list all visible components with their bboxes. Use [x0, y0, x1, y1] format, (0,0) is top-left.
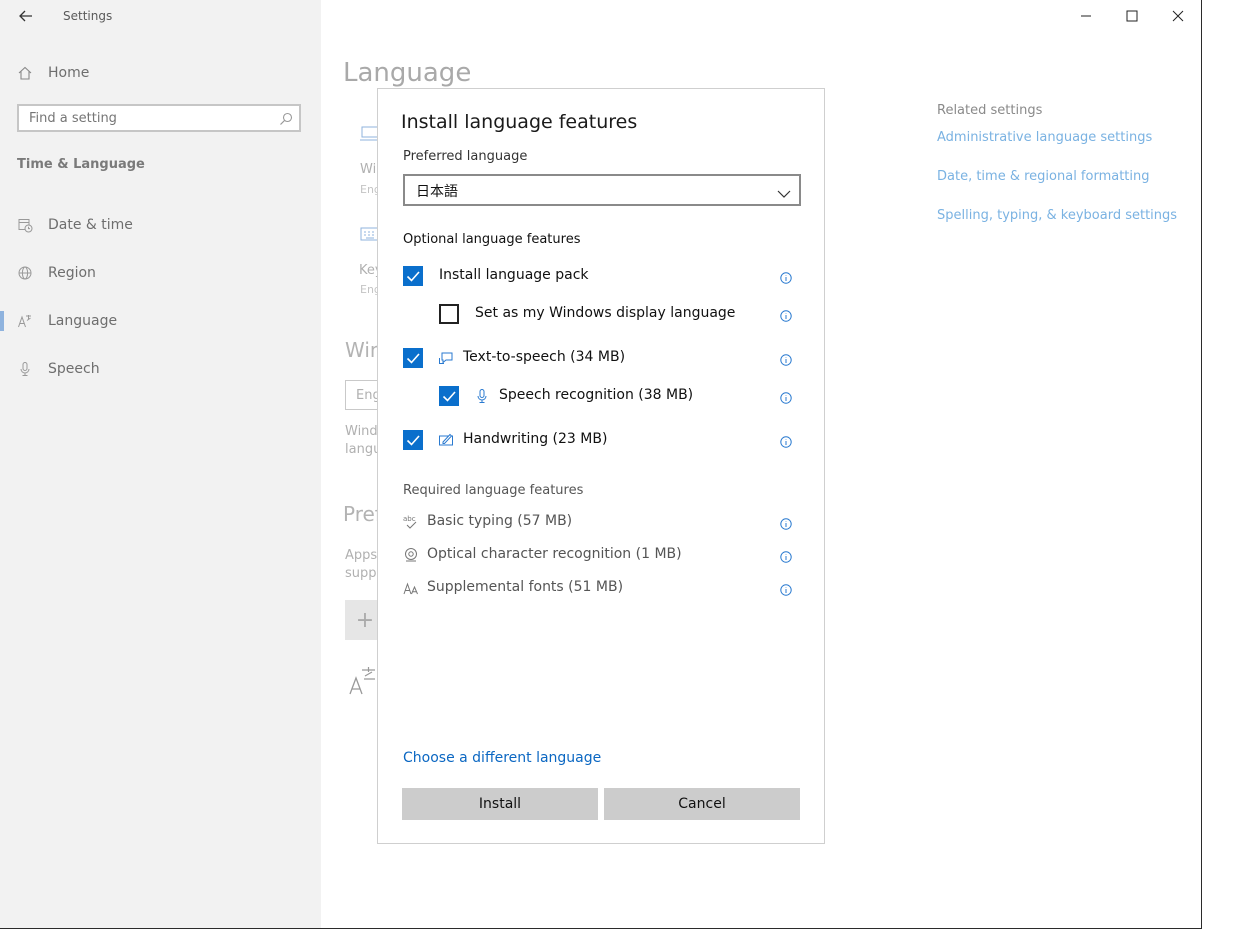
home-icon	[17, 65, 33, 81]
info-icon[interactable]	[780, 548, 792, 563]
selected-indicator	[0, 311, 4, 331]
preferred-language-select[interactable]: 日本語	[403, 174, 801, 206]
info-icon[interactable]	[780, 433, 792, 448]
sidebar-item-label: Date & time	[48, 217, 133, 233]
required-features-heading: Required language features	[403, 483, 584, 498]
handwriting-icon	[438, 432, 454, 448]
display-language-label: Set as my Windows display language	[475, 305, 736, 321]
bg-fragment: langu	[345, 442, 382, 457]
cancel-button[interactable]: Cancel	[604, 788, 800, 820]
info-icon[interactable]	[780, 351, 792, 366]
close-icon	[1172, 10, 1184, 22]
handwriting-label: Handwriting (23 MB)	[463, 431, 608, 447]
globe-icon	[17, 265, 33, 281]
search-box[interactable]	[17, 104, 301, 132]
checkmark-icon	[442, 391, 456, 402]
speech-recognition-label: Speech recognition (38 MB)	[499, 387, 694, 403]
svg-text:abc: abc	[403, 515, 416, 523]
handwriting-checkbox[interactable]	[403, 430, 423, 450]
maximize-button[interactable]	[1122, 8, 1142, 24]
preferred-language-value: 日本語	[416, 184, 458, 200]
install-language-pack-checkbox[interactable]	[403, 266, 423, 286]
close-button[interactable]	[1168, 8, 1188, 24]
bg-fragment: Apps	[345, 548, 378, 563]
info-icon[interactable]	[780, 389, 792, 404]
bg-fragment: Wi	[360, 162, 377, 177]
preferred-language-label: Preferred language	[403, 149, 528, 164]
install-language-pack-label: Install language pack	[439, 267, 589, 283]
dialog-title: Install language features	[401, 111, 638, 133]
calendar-clock-icon	[17, 217, 33, 233]
link-spelling-typing[interactable]: Spelling, typing, & keyboard settings	[937, 208, 1177, 223]
sidebar-item-language[interactable]: Language	[17, 309, 117, 333]
ocr-icon	[403, 547, 419, 563]
speech-recognition-checkbox[interactable]	[439, 386, 459, 406]
language-icon	[17, 313, 33, 329]
maximize-icon	[1126, 10, 1138, 22]
display-language-checkbox[interactable]	[439, 304, 459, 324]
minimize-icon	[1081, 15, 1091, 17]
nav-home[interactable]: Home	[17, 61, 89, 85]
sidebar-item-label: Speech	[48, 361, 100, 377]
ocr-label: Optical character recognition (1 MB)	[427, 546, 682, 562]
text-to-speech-icon	[438, 350, 454, 366]
section-heading: Time & Language	[17, 157, 145, 172]
plus-icon: +	[355, 607, 375, 633]
font-icon	[403, 580, 419, 596]
related-settings-heading: Related settings	[937, 103, 1043, 118]
search-input[interactable]	[19, 106, 279, 130]
spellcheck-icon: abc	[403, 514, 419, 530]
search-icon	[279, 111, 293, 130]
link-date-time-regional[interactable]: Date, time & regional formatting	[937, 169, 1150, 184]
info-icon[interactable]	[780, 307, 792, 322]
minimize-button[interactable]	[1076, 8, 1096, 24]
info-icon[interactable]	[780, 581, 792, 596]
bg-fragment: Wind	[345, 424, 378, 439]
page-title: Language	[343, 58, 472, 88]
sidebar-item-speech[interactable]: Speech	[17, 357, 100, 381]
nav-home-label: Home	[48, 65, 90, 81]
checkmark-icon	[406, 271, 420, 282]
sidebar: Settings Home Time & Language Date & tim…	[0, 0, 321, 928]
sidebar-item-date-time[interactable]: Date & time	[17, 213, 133, 237]
chevron-down-icon	[777, 184, 791, 203]
back-button[interactable]	[16, 6, 36, 26]
supplemental-fonts-label: Supplemental fonts (51 MB)	[427, 579, 624, 595]
back-arrow-icon	[19, 10, 32, 22]
link-admin-language[interactable]: Administrative language settings	[937, 130, 1152, 145]
checkmark-icon	[406, 353, 420, 364]
install-language-dialog: Install language features Preferred lang…	[377, 88, 825, 844]
app-title: Settings	[63, 9, 113, 23]
choose-different-language-link[interactable]: Choose a different language	[403, 750, 601, 766]
sidebar-item-label: Region	[48, 265, 96, 281]
microphone-icon	[474, 388, 490, 404]
checkmark-icon	[406, 435, 420, 446]
basic-typing-label: Basic typing (57 MB)	[427, 513, 573, 529]
text-to-speech-checkbox[interactable]	[403, 348, 423, 368]
language-options-icon	[347, 664, 377, 700]
microphone-icon	[17, 361, 33, 377]
text-to-speech-label: Text-to-speech (34 MB)	[463, 349, 626, 365]
info-icon[interactable]	[780, 515, 792, 530]
sidebar-item-region[interactable]: Region	[17, 261, 96, 285]
install-button[interactable]: Install	[402, 788, 598, 820]
info-icon[interactable]	[780, 269, 792, 284]
sidebar-item-label: Language	[48, 313, 118, 329]
optional-features-heading: Optional language features	[403, 232, 581, 247]
